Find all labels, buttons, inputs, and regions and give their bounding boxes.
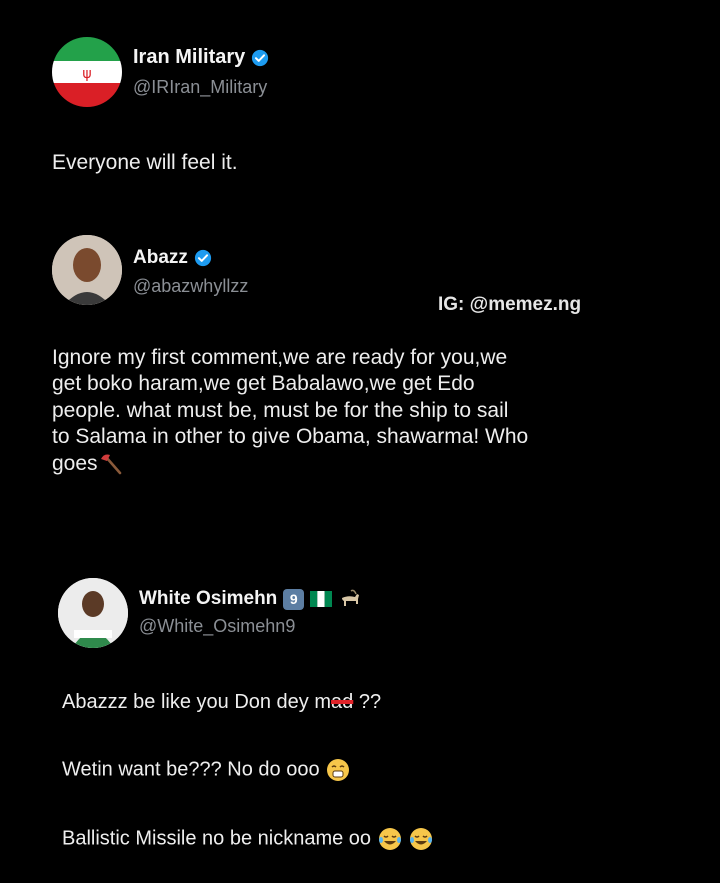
person-photo-icon [52,235,122,305]
display-name[interactable]: Abazz [133,247,188,269]
avatar-iran-military[interactable]: ψ [52,37,122,107]
reply-text: Abazzz be like you Don dey m [62,691,332,713]
person-photo-icon [58,578,128,648]
watermark-text: IG: @memez.ng [438,294,582,315]
iran-flag-icon: ψ [52,37,122,107]
tears-of-joy-emoji-icon [378,828,401,850]
keycap-9-icon: 9 [283,588,305,610]
handle[interactable]: @White_Osimehn9 [139,616,295,637]
tweet-abazz: Abazz @abazwhyllzz IG: @memez.ng Ignore … [0,220,720,530]
display-name[interactable]: Iran Military [133,46,245,69]
nigeria-flag-icon [310,591,333,607]
tweet-iran-military: ψ Iran Military @IRIran_Military Everyon… [0,0,720,200]
goat-emoji-icon [342,589,360,606]
text-line: get boko haram,we get Babalawo,we get Ed… [52,372,475,396]
display-name[interactable]: White Osimehn [139,588,277,610]
verified-badge-icon [252,49,269,66]
reply-text: Wetin want be??? No do ooo [62,758,320,781]
reply-text: Ballistic Missile no be nickname oo [62,827,372,850]
tears-of-joy-emoji-icon [410,828,433,850]
reply-text: ?? [353,691,382,713]
axe-emoji-icon [100,454,121,475]
reply-line-2: Wetin want be??? No do ooo [62,757,351,783]
reply-line-3: Ballistic Missile no be nickname oo [62,826,434,852]
tweet-white-osimehn: White Osimehn 9 @White_Osimehn9 Abazzz b… [0,570,720,883]
keycap-number: 9 [289,591,298,607]
text-line: to Salama in other to give Obama, shawar… [52,425,529,449]
text-line-last: goes [52,451,672,477]
avatar-abazz[interactable] [52,235,122,305]
tweet-text: Ignore my first comment,we are ready for… [52,345,672,477]
avatar-white-osimehn[interactable] [58,578,128,648]
handle[interactable]: @abazwhyllzz [133,276,248,297]
text-line: people. what must be, must be for the sh… [52,398,509,422]
reply-line-1: Abazzz be like you Don dey mad ?? [62,690,381,715]
text-line: Ignore my first comment,we are ready for… [52,346,508,369]
svg-text:ψ: ψ [82,66,91,82]
text-line: goes [52,451,98,475]
struck-text: ad [331,691,354,713]
shushing-face-emoji-icon [327,759,350,781]
handle[interactable]: @IRIran_Military [133,77,267,98]
tweet-text: Everyone will feel it. [52,151,238,174]
verified-badge-icon [194,249,212,267]
